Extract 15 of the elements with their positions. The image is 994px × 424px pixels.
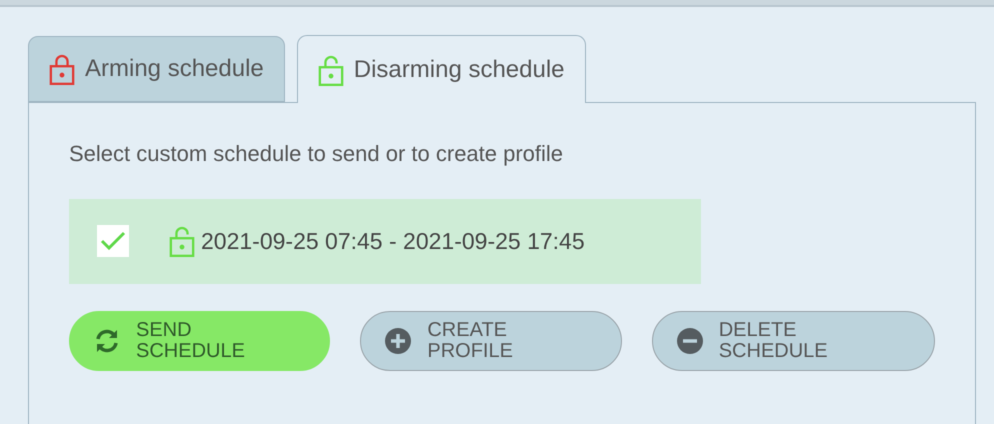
plus-circle-icon <box>385 328 412 354</box>
create-profile-button[interactable]: CREATE PROFILE <box>360 310 622 370</box>
tab-label: Arming schedule <box>85 54 264 82</box>
schedule-range: 2021-09-25 07:45 - 2021-09-25 17:45 <box>201 228 585 254</box>
refresh-icon <box>94 328 120 354</box>
minus-circle-icon <box>676 328 703 354</box>
send-schedule-button[interactable]: SEND SCHEDULE <box>69 310 330 370</box>
schedule-tab[interactable]: Disarming schedule <box>296 35 586 103</box>
checkbox[interactable] <box>97 225 129 257</box>
delete-schedule-button[interactable]: DELETE SCHEDULE <box>652 310 935 370</box>
checkmark-icon <box>100 231 126 251</box>
tab-label: Disarming schedule <box>354 56 565 84</box>
schedule-row[interactable]: 2021-09-25 07:45 - 2021-09-25 17:45 <box>69 198 701 284</box>
instruction-text: Select custom schedule to send or to create profile <box>69 140 564 166</box>
schedule-tab[interactable]: Arming schedule <box>28 36 285 102</box>
